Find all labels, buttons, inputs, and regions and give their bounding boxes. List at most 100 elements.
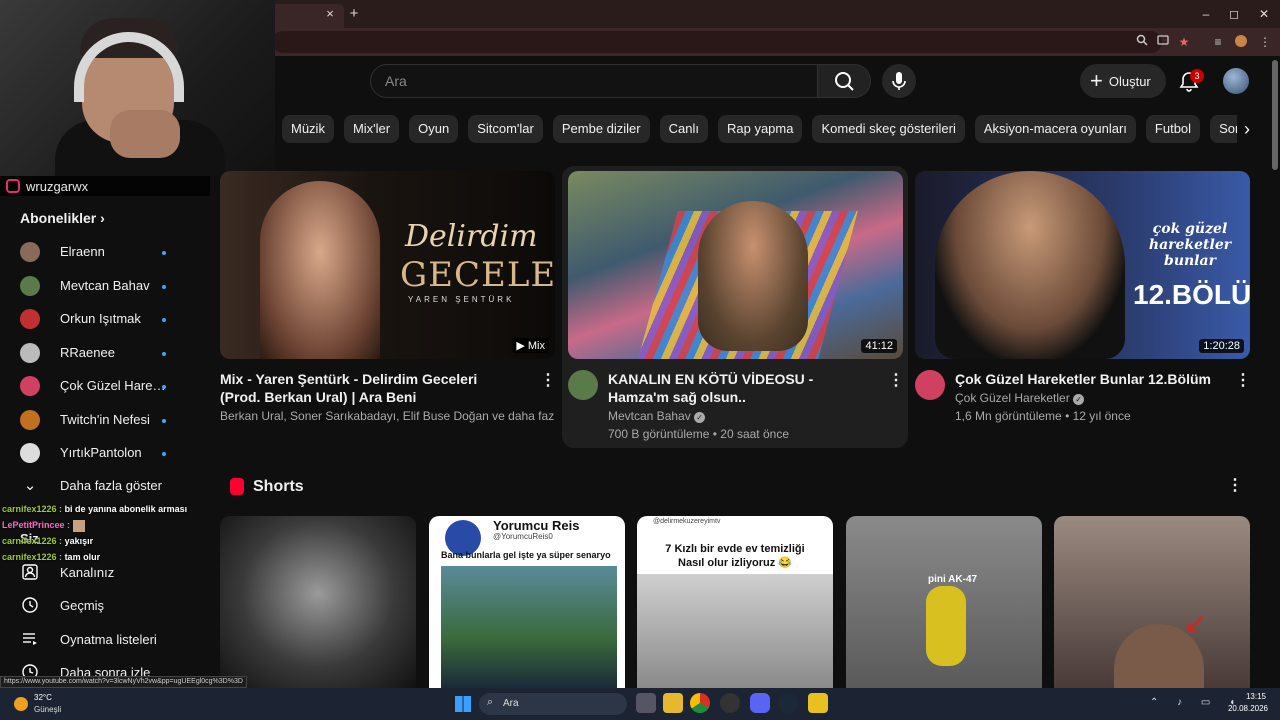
category-chip[interactable]: Son yül [1210,115,1237,143]
notification-badge: 3 [1190,69,1204,83]
short-thumbnail[interactable]: ↙ [1054,516,1250,688]
shorts-icon [230,478,244,495]
category-chip[interactable]: Sitcom'lar [468,115,543,143]
new-content-dot [162,418,166,423]
video-stats: 700 B görüntüleme • 20 saat önce [608,427,789,441]
channel-name: Mevtcan Bahav [608,409,691,423]
new-content-dot [162,251,166,255]
app-icon[interactable] [808,693,828,713]
video-channels: Berkan Ural, Soner Sarıkabadayı, Elif Bu… [220,409,555,423]
voice-search-button[interactable] [882,64,916,98]
address-bar[interactable] [272,31,1162,53]
video-title[interactable]: Mix - Yaren Şentürk - Delirdim Geceleri … [220,370,520,406]
file-explorer-icon[interactable] [663,693,683,713]
discord-icon[interactable] [750,693,770,713]
video-channel[interactable]: Mevtcan Bahav ✓ [608,409,706,423]
chevron-right-icon[interactable]: › [1236,116,1258,142]
reading-list-icon[interactable]: ≡ [1210,34,1226,50]
subscription-item[interactable]: Çok Güzel Hareket... [0,370,215,403]
more-options-icon[interactable]: ⋮ [1227,476,1243,496]
browser-menu-icon[interactable]: ⋮ [1257,34,1273,50]
sidebar-item-playlists[interactable]: Oynatma listeleri [0,623,215,656]
bookmark-star-icon[interactable]: ★ [1176,34,1192,50]
video-title[interactable]: KANALIN EN KÖTÜ VİDEOSU - Hamza'm sağ ol… [608,370,878,406]
sidebar-item-history[interactable]: Geçmiş [0,589,215,622]
category-chip[interactable]: Komedi skeç gösterileri [812,115,965,143]
channel-avatar[interactable] [568,370,598,400]
more-options-icon[interactable]: ⋮ [1235,371,1251,391]
search-icon [835,72,854,91]
profile-icon[interactable] [1233,34,1249,50]
category-chip[interactable]: Rap yapma [717,115,803,143]
weather-sun-icon[interactable] [14,697,28,711]
create-button[interactable]: + Oluştur [1080,64,1166,98]
taskbar-search[interactable]: Ara [479,693,627,715]
short-thumbnail[interactable]: Yorumcu Reis @YorumcuReis0 Bana bunlarla… [429,516,625,688]
channel-avatar [20,409,40,430]
search-button[interactable] [817,64,871,98]
sidebar-item-label: Kanalınız [60,565,115,580]
task-view-icon[interactable] [636,693,656,713]
sidebar-item-label: Geçmiş [60,598,105,613]
new-content-dot [162,385,166,389]
maximize-button[interactable]: ◻ [1224,6,1244,22]
window-close-button[interactable]: ✕ [1254,6,1274,22]
video-thumbnail[interactable]: çok güzel hareketler bunlar 12.BÖLÜM 1:2… [915,171,1250,359]
subscription-item[interactable]: Mevtcan Bahav [0,270,215,303]
show-more-button[interactable]: ⌄ Daha fazla göster [0,469,215,502]
chrome-icon[interactable] [690,693,710,713]
show-more-label: Daha fazla göster [60,478,162,493]
windows-start-icon[interactable] [455,696,471,712]
search-input[interactable]: Ara [370,64,818,98]
subscriptions-heading[interactable]: Abonelikler › [20,210,105,226]
zoom-icon[interactable] [1134,34,1150,50]
history-icon [20,596,40,616]
channel-name: Twitch'in Nefesi [60,411,150,427]
category-chip[interactable]: Oyun [409,115,459,143]
steam-icon[interactable] [778,693,798,713]
category-chip[interactable]: Futbol [1145,115,1201,143]
channel-name: Çok Güzel Hareketler [955,391,1070,405]
subscription-item[interactable]: RRaenee [0,337,215,370]
category-chip[interactable]: Aksiyon-macera oyunları [974,115,1136,143]
short-image [441,566,617,688]
short-thumbnail[interactable]: pini AK-47 [846,516,1042,688]
category-chip[interactable]: Canlı [659,115,708,143]
chat-username: carnifex1226 : [2,536,63,546]
account-avatar[interactable] [1223,68,1249,94]
subscription-item[interactable]: Twitch'in Nefesi [0,404,215,437]
subscription-item[interactable]: YırtıkPantolon [0,437,215,470]
channel-avatar[interactable] [915,370,945,400]
new-tab-button[interactable]: + [346,6,362,22]
mix-badge: ▶︎ Mix [512,338,549,353]
video-title[interactable]: Çok Güzel Hareketler Bunlar 12.Bölüm [955,370,1225,388]
subscription-item[interactable]: Elraenn [0,236,215,269]
taskbar-search-label: Ara [503,698,519,709]
category-chip[interactable]: Pembe diziler [552,115,650,143]
subscription-item[interactable]: Orkun Işıtmak [0,303,215,336]
thumbnail-artist: YAREN ŞENTÜRK [408,295,515,304]
more-options-icon[interactable]: ⋮ [888,371,904,391]
channel-avatar [20,275,40,296]
new-content-dot [162,318,166,322]
video-thumbnail[interactable]: 41:12 [568,171,903,359]
chat-message: carnifex1226 : yakışır [2,533,217,549]
category-chip[interactable]: Müzik [282,115,334,143]
close-tab-icon[interactable]: × [322,6,338,22]
category-chip[interactable]: Mix'ler [343,115,400,143]
channel-name: YırtıkPantolon [60,445,142,460]
thumbnail-title-caps: GECELERI [400,255,555,295]
short-thumbnail[interactable]: @delirmekuzereyimtv 7 Kızlı bir evde ev … [637,516,833,688]
video-thumbnail[interactable]: Delirdim GECELERI YAREN ŞENTÜRK ▶︎ Mix [220,171,555,359]
install-app-icon[interactable] [1155,34,1171,50]
chat-username: carnifex1226 : [2,552,63,562]
minimize-button[interactable]: – [1196,6,1216,22]
video-channel[interactable]: Çok Güzel Hareketler ✓ [955,391,1085,405]
more-options-icon[interactable]: ⋮ [540,371,556,391]
weather-desc: Güneşli [34,705,62,714]
scrollbar[interactable] [1272,60,1278,170]
app-icon[interactable] [720,693,740,713]
thumbnail-portrait [260,181,380,359]
short-thumbnail[interactable] [220,516,416,688]
playlist-icon [20,630,40,650]
